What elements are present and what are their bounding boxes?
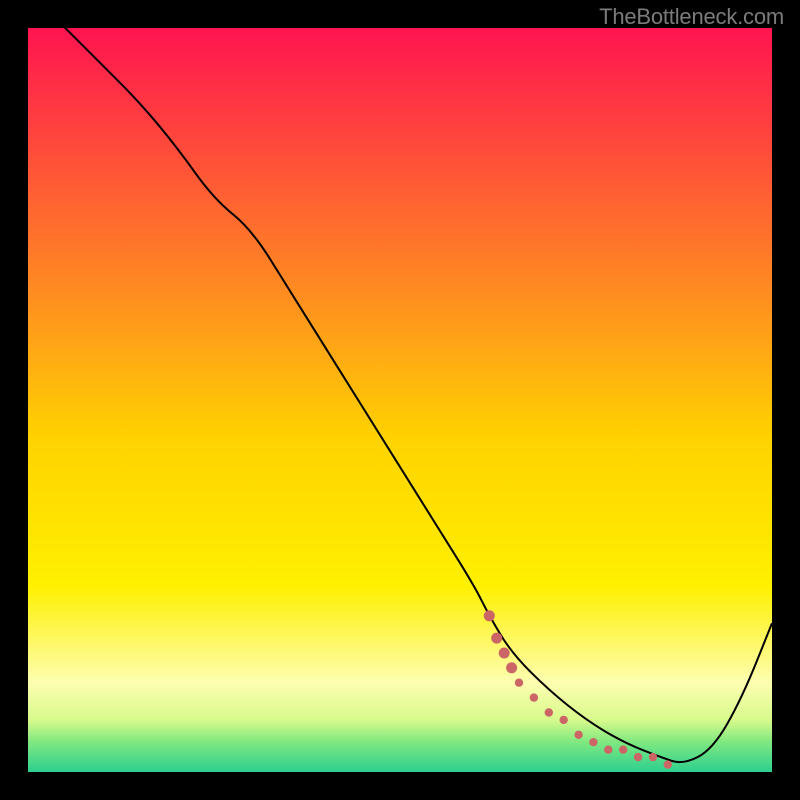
highlight-dot [545,708,553,716]
highlight-dot [484,610,495,621]
highlight-dot [560,716,568,724]
highlight-dot [515,679,523,687]
highlight-dot [499,648,510,659]
chart-wrapper: TheBottleneck.com [0,0,800,800]
highlight-dot [530,693,538,701]
highlight-dot [619,746,627,754]
highlight-dot [634,753,642,761]
highlight-dot [664,760,672,768]
highlight-dot [589,738,597,746]
chart-svg [28,28,772,772]
attribution-text: TheBottleneck.com [599,4,784,30]
plot-area [28,28,772,772]
highlight-dot [649,753,657,761]
gradient-background [28,28,772,772]
highlight-dot [604,746,612,754]
highlight-dot [506,662,517,673]
highlight-dot [574,731,582,739]
highlight-dot [491,633,502,644]
